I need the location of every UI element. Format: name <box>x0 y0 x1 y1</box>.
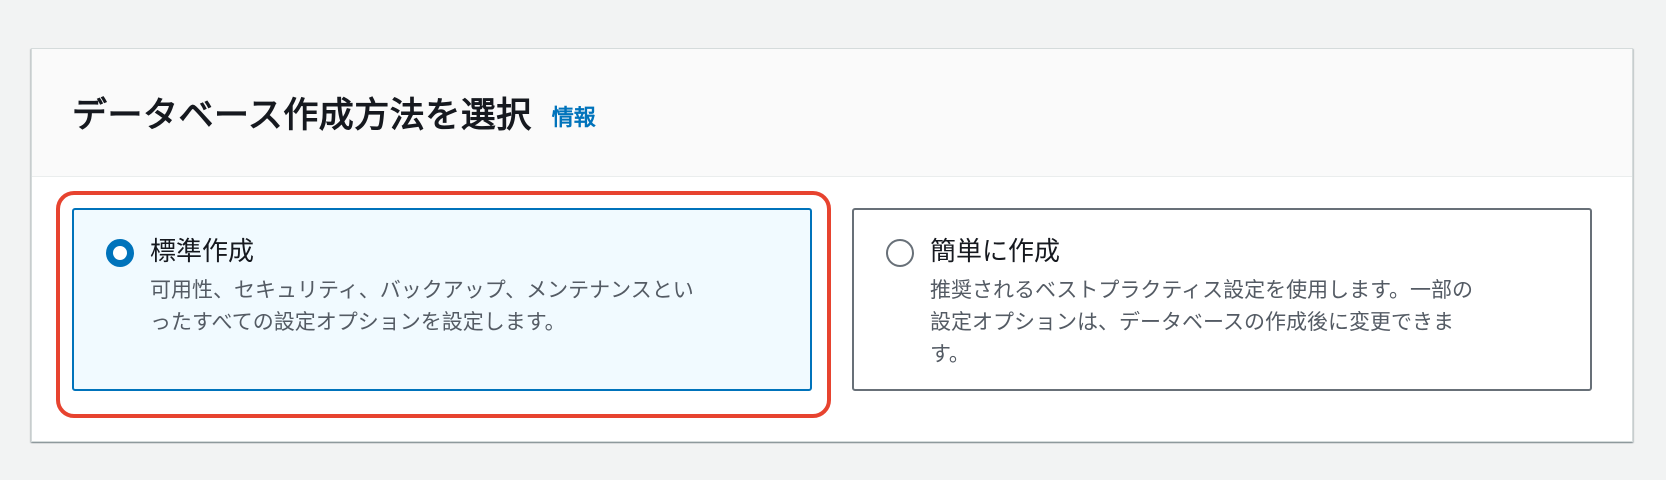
radio-easy-create[interactable] <box>886 239 914 267</box>
database-creation-method-panel: データベース作成方法を選択 情報 標準作成 可用性、セキュリティ、バックアップ、… <box>31 48 1633 442</box>
panel-header: データベース作成方法を選択 情報 <box>32 49 1632 177</box>
option-easy-create[interactable]: 簡単に作成 推奨されるベストプラクティス設定を使用します。一部の 設定オプション… <box>852 208 1592 391</box>
option-label: 標準作成 <box>150 237 255 267</box>
option-description: 推奨されるベストプラクティス設定を使用します。一部の 設定オプションは、データベ… <box>930 274 1473 370</box>
option-description-line: ったすべての設定オプションを設定します。 <box>150 310 566 334</box>
option-description-line: す。 <box>930 342 970 366</box>
option-standard-text: 標準作成 可用性、セキュリティ、バックアップ、メンテナンスとい ったすべての設定… <box>150 234 694 369</box>
option-standard-create[interactable]: 標準作成 可用性、セキュリティ、バックアップ、メンテナンスとい ったすべての設定… <box>72 208 812 391</box>
radio-standard-create[interactable] <box>106 239 134 267</box>
option-description: 可用性、セキュリティ、バックアップ、メンテナンスとい ったすべての設定オプション… <box>150 274 694 338</box>
creation-method-options: 標準作成 可用性、セキュリティ、バックアップ、メンテナンスとい ったすべての設定… <box>32 178 1632 442</box>
option-description-line: 設定オプションは、データベースの作成後に変更できま <box>930 310 1454 334</box>
option-description-line: 推奨されるベストプラクティス設定を使用します。一部の <box>930 278 1474 302</box>
option-description-line: 可用性、セキュリティ、バックアップ、メンテナンスとい <box>150 278 694 302</box>
option-easy-text: 簡単に作成 推奨されるベストプラクティス設定を使用します。一部の 設定オプション… <box>930 234 1473 369</box>
option-label: 簡単に作成 <box>930 237 1061 267</box>
panel-title: データベース作成方法を選択 <box>72 96 532 136</box>
info-link[interactable]: 情報 <box>552 100 596 132</box>
